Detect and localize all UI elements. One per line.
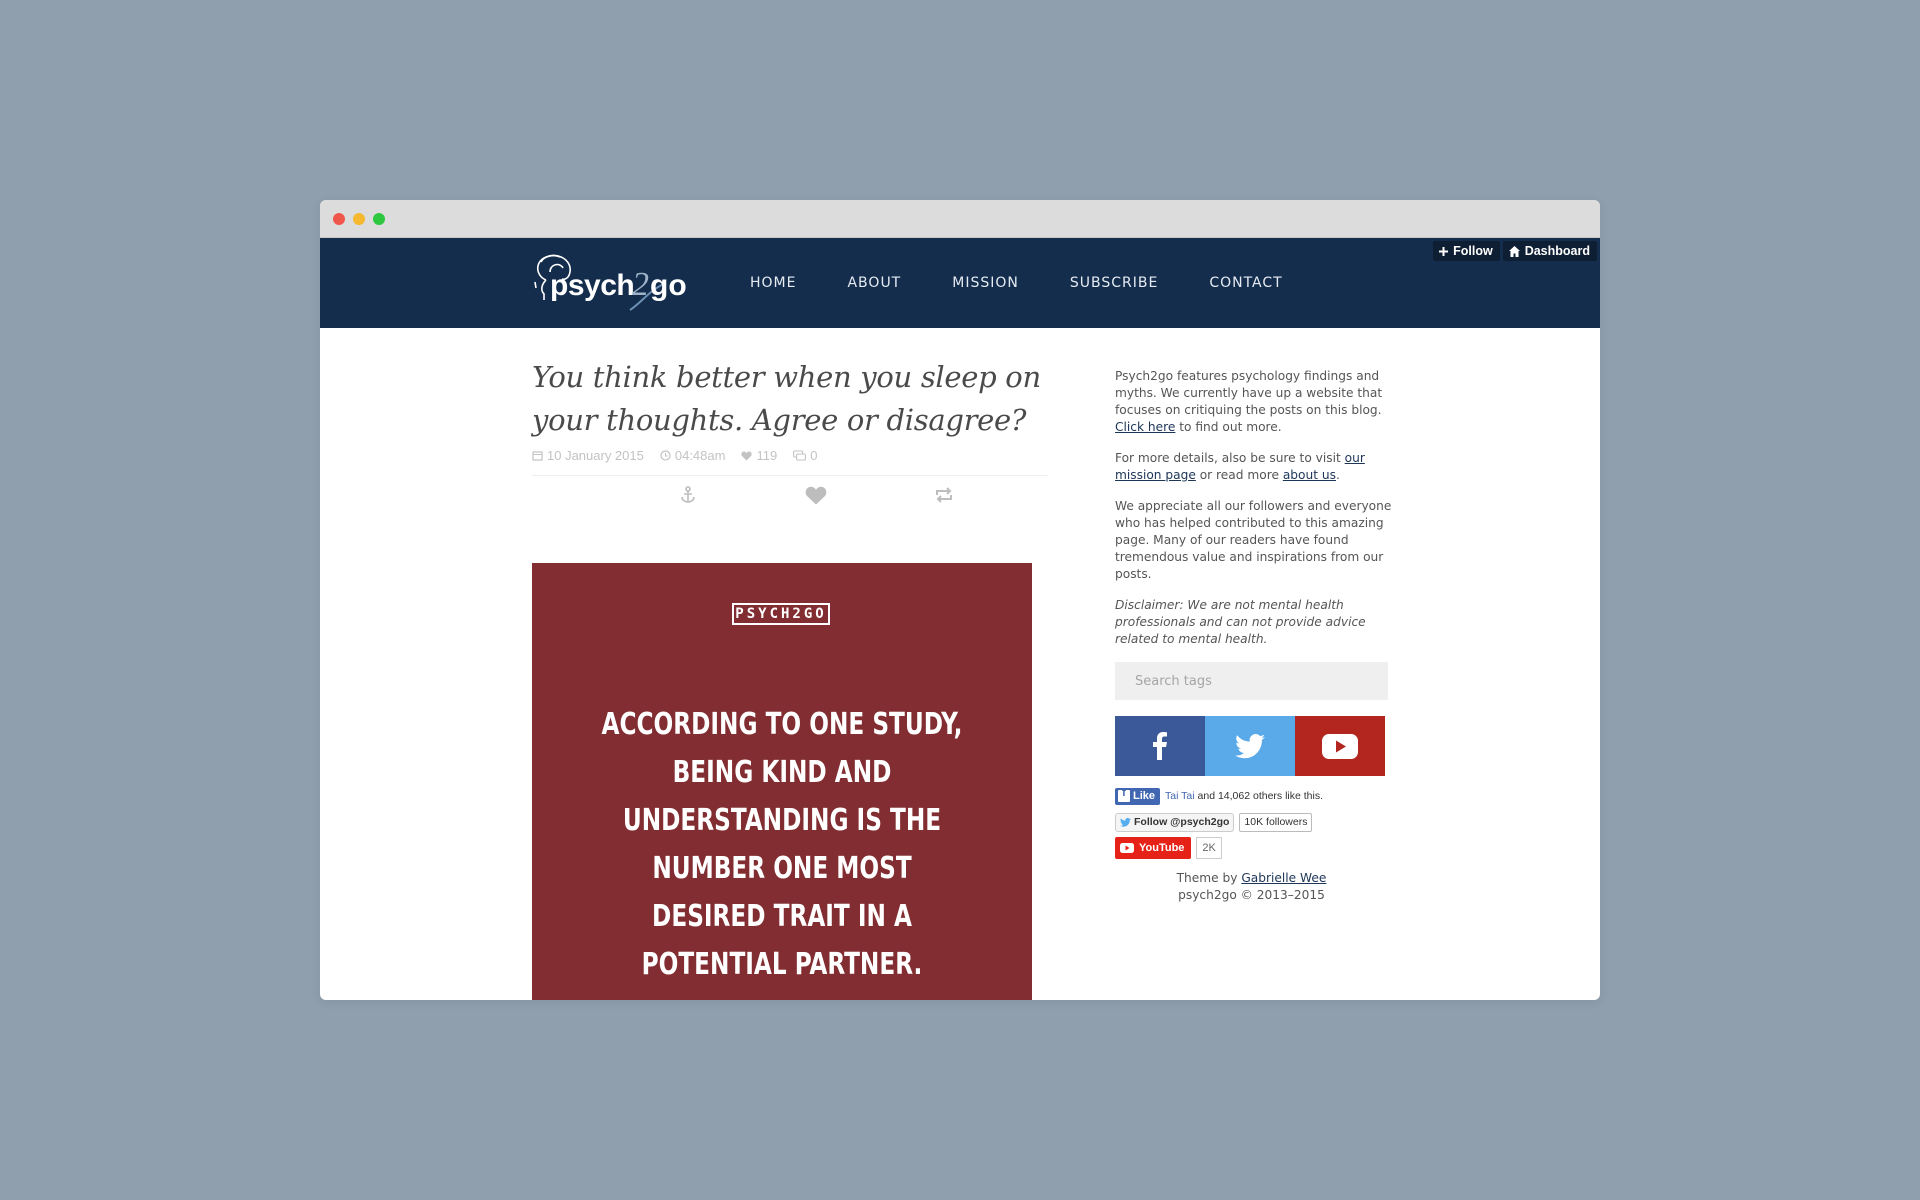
dashboard-label: Dashboard <box>1524 244 1590 258</box>
facebook-button[interactable] <box>1115 716 1205 776</box>
minimize-window-button[interactable] <box>353 213 365 225</box>
nav-mission[interactable]: MISSION <box>952 275 1019 291</box>
post-image[interactable]: PSYCH2GO According to one study, being k… <box>532 563 1032 1000</box>
nav-about[interactable]: ABOUT <box>847 275 901 291</box>
like-icon <box>805 486 827 505</box>
social-widgets: f Like Tai Tai and 14,062 others like th… <box>1115 786 1393 859</box>
nav-contact[interactable]: CONTACT <box>1209 275 1282 291</box>
heart-icon <box>741 451 753 460</box>
post-date[interactable]: 10 January 2015 <box>532 448 644 463</box>
twitter-followers-count[interactable]: 10K followers <box>1239 812 1313 832</box>
twitter-follow-button[interactable]: Follow @psych2go <box>1115 812 1235 832</box>
facebook-icon <box>1153 732 1167 760</box>
social-links <box>1115 716 1393 776</box>
main-nav: HOME ABOUT MISSION SUBSCRIBE CONTACT <box>750 238 1334 328</box>
facebook-like-widget: f Like Tai Tai and 14,062 others like th… <box>1115 786 1393 806</box>
theme-by-text: Theme by <box>1176 871 1238 885</box>
click-here-link[interactable]: Click here <box>1115 420 1175 434</box>
svg-text:go: go <box>650 269 687 302</box>
period: . <box>1335 468 1340 482</box>
sidebar: Psych2go features psychology findings an… <box>1115 368 1393 904</box>
theme-line: Theme by Gabrielle Wee <box>1115 870 1388 887</box>
plus-icon <box>1439 246 1449 256</box>
fb-friend-name[interactable]: Tai Tai <box>1165 790 1195 802</box>
post-actions <box>532 486 1048 516</box>
nav-home[interactable]: HOME <box>750 275 796 291</box>
twitter-icon <box>1235 733 1265 758</box>
youtube-subscriber-count: 2K <box>1196 837 1222 859</box>
post-title: You think better when you sleep on your … <box>532 360 1041 437</box>
reblog-icon <box>936 487 952 503</box>
youtube-small-icon <box>1120 843 1134 853</box>
youtube-subscribe-widget: YouTube 2K <box>1115 837 1393 859</box>
image-quote: According to one study, being kind and u… <box>601 707 963 982</box>
about-paragraph-2: For more details, also be sure to visit … <box>1115 450 1393 484</box>
disclaimer: Disclaimer: We are not mental health pro… <box>1115 597 1393 648</box>
youtube-button[interactable] <box>1295 716 1385 776</box>
about-p2-text: For more details, also be sure to visit <box>1115 451 1341 465</box>
twitter-follow-label: Follow @psych2go <box>1134 815 1230 828</box>
maximize-window-button[interactable] <box>373 213 385 225</box>
about-us-link[interactable]: about us <box>1283 468 1336 482</box>
post-time: 04:48am <box>660 448 726 463</box>
post-time-text: 04:48am <box>674 448 726 463</box>
reblog-button[interactable] <box>934 486 954 509</box>
close-window-button[interactable] <box>333 213 345 225</box>
follow-label: Follow <box>1453 244 1493 258</box>
like-button[interactable] <box>805 486 827 510</box>
about-p1-text: Psych2go features psychology findings an… <box>1115 369 1383 417</box>
youtube-label: YouTube <box>1139 841 1185 854</box>
fb-like-button[interactable]: f Like <box>1115 787 1161 805</box>
youtube-icon <box>1322 733 1358 759</box>
about-paragraph-1: Psych2go features psychology findings an… <box>1115 368 1393 436</box>
post-date-text: 10 January 2015 <box>547 448 644 463</box>
window-titlebar <box>320 200 1600 238</box>
svg-text:psych: psych <box>550 269 634 302</box>
home-icon <box>1508 245 1520 257</box>
disclaimer-text: Disclaimer: We are not mental health pro… <box>1115 598 1366 646</box>
permalink-button[interactable] <box>680 486 696 509</box>
about-paragraph-3: We appreciate all our followers and ever… <box>1115 499 1392 581</box>
tumblr-controls: Follow Dashboard <box>1433 241 1597 261</box>
browser-window: psych 2 go HOME ABOUT MISSION SUBSCRIBE … <box>320 200 1600 1000</box>
post-comments-count: 0 <box>810 448 818 463</box>
anchor-icon <box>681 486 695 503</box>
about-p1-tail: to find out more. <box>1179 420 1282 434</box>
post-likes[interactable]: 119 <box>741 448 777 463</box>
image-badge: PSYCH2GO <box>732 603 830 625</box>
youtube-subscribe-button[interactable]: YouTube <box>1115 837 1192 859</box>
theme-credit: Theme by Gabrielle Wee psych2go © 2013–2… <box>1115 870 1388 904</box>
fb-like-text: Tai Tai and 14,062 others like this. <box>1165 788 1323 805</box>
post-meta: 10 January 2015 04:48am 119 0 <box>532 448 817 463</box>
theme-author-link[interactable]: Gabrielle Wee <box>1241 871 1326 885</box>
site-logo[interactable]: psych 2 go <box>532 250 707 320</box>
fb-like-label: Like <box>1133 789 1156 802</box>
about-p2-mid: or read more <box>1199 468 1279 482</box>
comment-icon <box>793 450 807 461</box>
search-tags-input[interactable] <box>1115 662 1388 700</box>
fb-like-rest: and 14,062 others like this. <box>1197 789 1324 802</box>
twitter-button[interactable] <box>1205 716 1295 776</box>
twitter-small-icon <box>1120 817 1131 827</box>
calendar-icon <box>532 451 543 461</box>
nav-subscribe[interactable]: SUBSCRIBE <box>1070 275 1158 291</box>
meta-divider <box>532 475 1048 476</box>
facebook-small-icon: f <box>1118 787 1130 802</box>
site-header: psych 2 go HOME ABOUT MISSION SUBSCRIBE … <box>320 238 1600 328</box>
dashboard-button[interactable]: Dashboard <box>1502 241 1597 261</box>
copyright: psych2go © 2013–2015 <box>1178 888 1325 902</box>
post-comments[interactable]: 0 <box>793 448 817 463</box>
twitter-follow-widget: Follow @psych2go 10K followers <box>1115 812 1393 832</box>
head-silhouette-logo: psych 2 go <box>534 254 687 311</box>
post-likes-count: 119 <box>756 448 778 463</box>
follow-button[interactable]: Follow <box>1433 241 1500 261</box>
page-content: You think better when you sleep on your … <box>320 328 1600 1000</box>
clock-icon <box>660 450 671 461</box>
